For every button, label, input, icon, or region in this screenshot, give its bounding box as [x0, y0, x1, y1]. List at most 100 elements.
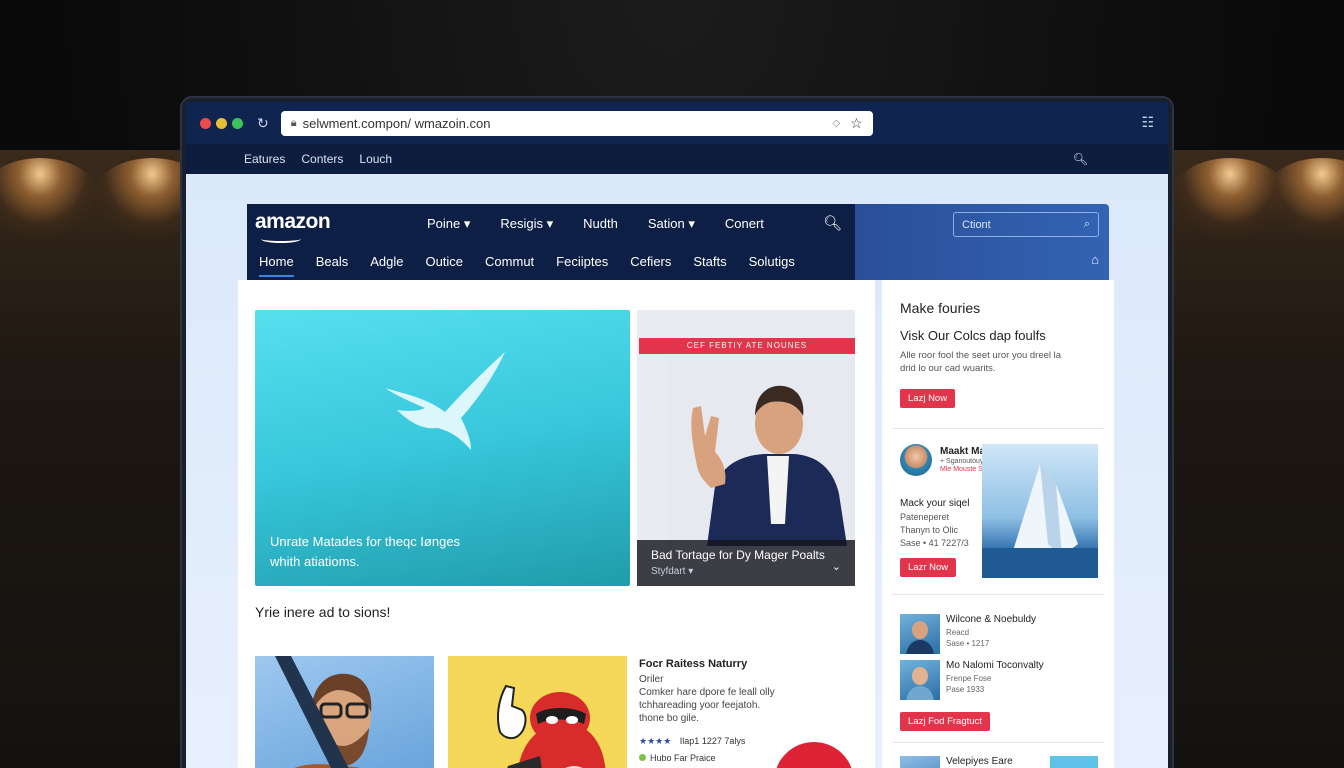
list-item-meta-line: Reacd — [946, 628, 970, 637]
feature-body-line: Thanyn to Olic — [900, 525, 959, 535]
sidebar-feature: Maakt Mattle Srelty + Sganoutouy Mle Mou… — [900, 444, 1100, 580]
nav-tab[interactable]: Adgle — [370, 254, 403, 277]
list-item-photo — [900, 614, 940, 654]
nav-tab[interactable]: Commut — [485, 254, 534, 277]
bearded-man-photo — [275, 656, 372, 768]
nav-top-item[interactable]: Poine ▾ — [427, 216, 470, 232]
feature-body: Pateneperet Thanyn to Olic Sase • 41 722… — [900, 511, 969, 550]
promo-overlay: Bad Tortage for Dy Mager Poalts Styfdart… — [637, 540, 855, 586]
learn-now-button[interactable]: Lazj Now — [900, 389, 956, 408]
background-wall-left — [0, 150, 190, 768]
status-dot-icon — [639, 754, 646, 761]
lock-icon: 🔒︎ — [290, 116, 297, 129]
navbar-right-panel: Ctiont ⌕ ⌂ — [855, 204, 1109, 280]
browser-toolbar: ↻ 🔒︎ selwment.compon/ wmazoin.con ◇ ☆ ☷ — [186, 102, 1168, 144]
divider — [892, 594, 1104, 595]
sidebar-promo: Make fouries Visk Our Colcs dap foulfs A… — [900, 300, 1100, 408]
search-input[interactable]: Ctiont ⌕ — [953, 212, 1099, 237]
search-icon[interactable]: ⌕ — [1084, 218, 1090, 231]
list-item-title: Velepiyes Eare — [946, 756, 1013, 767]
section-title: Yrie inere ad to sions! — [255, 604, 391, 620]
promo-ribbon: CEF FEBTIY ATE NOUNES — [639, 338, 855, 354]
main-content: Unrate Matades for theqc Iønges whith at… — [238, 280, 875, 768]
divider — [892, 428, 1104, 429]
background-wall-right — [1164, 150, 1344, 768]
sidebar-text-line: Alle roor fool the seet uror you dreel l… — [900, 350, 1062, 361]
bird-illustration — [385, 352, 505, 450]
feature-meta: + Sganoutouy — [940, 458, 984, 465]
man-waving-photo — [667, 356, 855, 546]
nav-tab[interactable]: Outice — [425, 254, 463, 277]
nav-top-item[interactable]: Sation ▾ — [648, 216, 695, 232]
reload-icon[interactable]: ↻ — [257, 115, 269, 132]
feature-body-line: Sase • 41 7227/3 — [900, 538, 969, 548]
minimize-window-button[interactable] — [216, 117, 227, 129]
list-item-image — [1050, 756, 1098, 768]
article-tag-label: Hubo Far Praice — [650, 753, 716, 763]
promo-card[interactable]: CEF FEBTIY ATE NOUNES Bad Tortage for Dy… — [637, 310, 855, 586]
rating-text: Ilap1 1227 7alys — [679, 736, 746, 746]
address-bar[interactable]: 🔒︎ selwment.compon/ wmazoin.con ◇ ☆ — [280, 110, 873, 136]
hero-caption-line: Unrate Matades for theqc Iønges — [270, 534, 461, 549]
nav-tab[interactable]: Beals — [316, 254, 349, 277]
close-window-button[interactable] — [200, 117, 211, 129]
list-item-title: Mo Nalomi Toconvalty — [946, 660, 1044, 671]
iceberg-illustration — [982, 464, 1098, 578]
sidebar-text: Alle roor fool the seet uror you dreel l… — [900, 349, 1100, 375]
nav-tabs: Home Beals Adgle Outice Commut Feciiptes… — [259, 254, 817, 277]
promo-subtitle[interactable]: Styfdart ▾ — [651, 566, 693, 577]
nav-top-item[interactable]: Conert — [725, 216, 764, 232]
bookmark-item[interactable]: Louch — [359, 152, 392, 166]
sidebar-subheading: Visk Our Colcs dap foulfs — [900, 328, 1046, 343]
maximize-window-button[interactable] — [232, 117, 243, 129]
bookmark-item[interactable]: Conters — [301, 152, 343, 166]
sidebar-list: Wilcone & Noebuldy Reacd Sase • 1217 Mo … — [900, 614, 1100, 731]
home-icon[interactable]: ⌂ — [1091, 252, 1099, 267]
logo-smile-icon — [261, 235, 301, 243]
sidebar: Make fouries Visk Our Colcs dap foulfs A… — [882, 280, 1114, 768]
bookmark-star-icon[interactable]: ☆ — [850, 115, 863, 132]
article-description: tchhareading yoor feejatoh. — [639, 700, 761, 711]
star-rating-icon: ★★★★ — [639, 736, 672, 746]
extensions-grid-icon[interactable]: ☷ — [1141, 114, 1154, 131]
search-icon[interactable]: 🔍︎ — [1073, 152, 1088, 166]
article-subtitle: Oriler — [639, 674, 664, 685]
hero-caption-line: whith atiatioms. — [270, 554, 360, 569]
list-item-meta-line: Pase 1933 — [946, 685, 985, 694]
list-item-meta: Frenpe Fose Pase 1933 — [946, 673, 991, 695]
divider — [892, 742, 1104, 743]
nav-tab[interactable]: Solutigs — [749, 254, 795, 277]
hero-banner[interactable]: Unrate Matades for theqc Iønges whith at… — [255, 310, 630, 586]
nav-top-menu: Poine ▾ Resigis ▾ Nudth Sation ▾ Conert — [427, 216, 794, 232]
nav-tab[interactable]: Feciiptes — [556, 254, 608, 277]
list-action-button[interactable]: Lazj Fod Fragtuct — [900, 712, 990, 731]
chevron-down-icon[interactable]: ⌄ — [832, 560, 841, 573]
product-thumbnail[interactable] — [255, 656, 434, 768]
person-photo — [906, 621, 934, 654]
nav-top-item[interactable]: Nudth — [583, 216, 618, 232]
list-item[interactable]: Wilcone & Noebuldy Reacd Sase • 1217 — [900, 614, 1100, 660]
list-item-photo — [900, 756, 940, 768]
article-description: thone bo gile. — [639, 713, 700, 724]
nav-tab[interactable]: Stafts — [693, 254, 726, 277]
list-item-meta-line: Frenpe Fose — [946, 674, 992, 683]
learn-now-button[interactable]: Lazr Now — [900, 558, 957, 577]
sidebar-heading: Make fouries — [900, 300, 981, 316]
cartoon-mascot-illustration — [497, 684, 606, 768]
site-navbar: amazon Poine ▾ Resigis ▾ Nudth Sation ▾ … — [247, 204, 855, 280]
glacier-photo — [982, 444, 1098, 578]
search-icon[interactable]: 🔍︎ — [823, 214, 842, 232]
amazon-logo[interactable]: amazon — [255, 210, 331, 234]
hero-caption: Unrate Matades for theqc Iønges whith at… — [270, 532, 460, 572]
product-thumbnail[interactable] — [448, 656, 627, 768]
bookmark-item[interactable]: Eatures — [244, 152, 285, 166]
list-item-photo — [900, 660, 940, 700]
list-item-title: Wilcone & Noebuldy — [946, 614, 1037, 625]
tab-home[interactable]: Home — [259, 254, 294, 277]
person-photo — [906, 667, 934, 700]
article-title[interactable]: Focr Raitess Naturry — [639, 658, 859, 671]
nav-top-item[interactable]: Resigis ▾ — [500, 216, 553, 232]
list-item[interactable]: Mo Nalomi Toconvalty Frenpe Fose Pase 19… — [900, 660, 1100, 706]
nav-tab[interactable]: Cefiers — [630, 254, 671, 277]
feature-heading: Mack your siqel — [900, 498, 970, 509]
